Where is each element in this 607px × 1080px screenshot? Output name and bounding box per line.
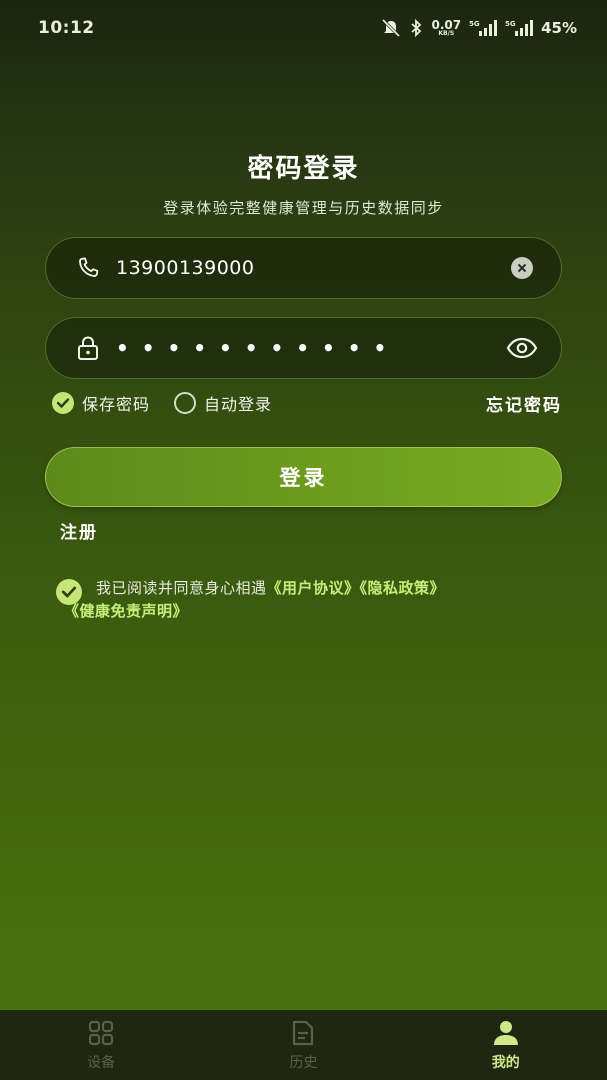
phone-icon (74, 254, 102, 282)
grid-icon (86, 1018, 116, 1048)
tab-devices-label: 设备 (87, 1055, 116, 1071)
user-agreement-link[interactable]: 《用户协议》 (267, 579, 360, 597)
agreement-text-block: 我已阅读并同意身心相遇《用户协议》《隐私政策》 《健康免责声明》 (64, 577, 446, 623)
tab-history[interactable]: 历史 (233, 1018, 373, 1072)
bluetooth-icon (409, 19, 423, 37)
signal-icon: 5G (505, 19, 534, 37)
tab-profile[interactable]: 我的 (436, 1018, 576, 1072)
password-input-value[interactable]: • • • • • • • • • • • (116, 336, 505, 360)
forgot-password-link[interactable]: 忘记密码 (486, 391, 562, 416)
options-row: 保存密码 自动登录 忘记密码 (52, 390, 562, 416)
register-link[interactable]: 注册 (60, 518, 98, 543)
status-time: 10:12 (38, 18, 95, 38)
lock-icon (74, 334, 102, 362)
eye-icon[interactable] (505, 331, 539, 365)
health-disclaimer-link[interactable]: 《健康免责声明》 (64, 602, 188, 620)
tab-bar: 设备 历史 我的 (0, 1010, 607, 1080)
save-password-label: 保存密码 (82, 395, 151, 414)
battery-percent: 45% (541, 19, 577, 37)
agreement: 我已阅读并同意身心相遇《用户协议》《隐私政策》 《健康免责声明》 (56, 577, 556, 623)
unchecked-circle-icon (174, 392, 197, 414)
password-field[interactable]: • • • • • • • • • • • (45, 317, 562, 379)
page-subtitle: 登录体验完整健康管理与历史数据同步 (163, 199, 444, 217)
agreement-line-2: 《健康免责声明》 (56, 600, 445, 623)
status-bar: 10:12 0.07 KB/S 5G 5G 45% (0, 0, 607, 56)
mute-icon (381, 19, 401, 37)
document-icon (288, 1018, 318, 1048)
login-button[interactable]: 登录 (45, 447, 562, 507)
signal-5g-label: 5G (505, 20, 516, 28)
page-title: 密码登录 (247, 154, 360, 184)
phone-input-value[interactable]: 13900139000 (116, 257, 505, 279)
auto-login-label: 自动登录 (204, 395, 273, 414)
clear-icon[interactable] (505, 251, 539, 285)
agreement-text: 我已阅读并同意身心相遇 (96, 579, 267, 597)
checkmark-icon (52, 392, 74, 414)
auto-login-checkbox[interactable]: 自动登录 (174, 391, 272, 415)
signal-5g-label: 5G (469, 20, 480, 28)
save-password-checkbox[interactable]: 保存密码 (52, 391, 150, 415)
signal-icon: 5G (469, 19, 498, 37)
title-block: 密码登录 登录体验完整健康管理与历史数据同步 (0, 148, 607, 218)
tab-profile-label: 我的 (491, 1055, 520, 1071)
privacy-policy-link[interactable]: 《隐私政策》 (360, 579, 446, 597)
user-icon (491, 1018, 521, 1048)
net-speed: 0.07 KB/S (431, 19, 461, 37)
tab-history-label: 历史 (289, 1055, 318, 1071)
net-speed-unit: KB/S (438, 30, 455, 37)
phone-field[interactable]: 13900139000 (45, 237, 562, 299)
status-icons: 0.07 KB/S 5G 5G 45% (381, 19, 577, 37)
tab-devices[interactable]: 设备 (31, 1018, 171, 1072)
